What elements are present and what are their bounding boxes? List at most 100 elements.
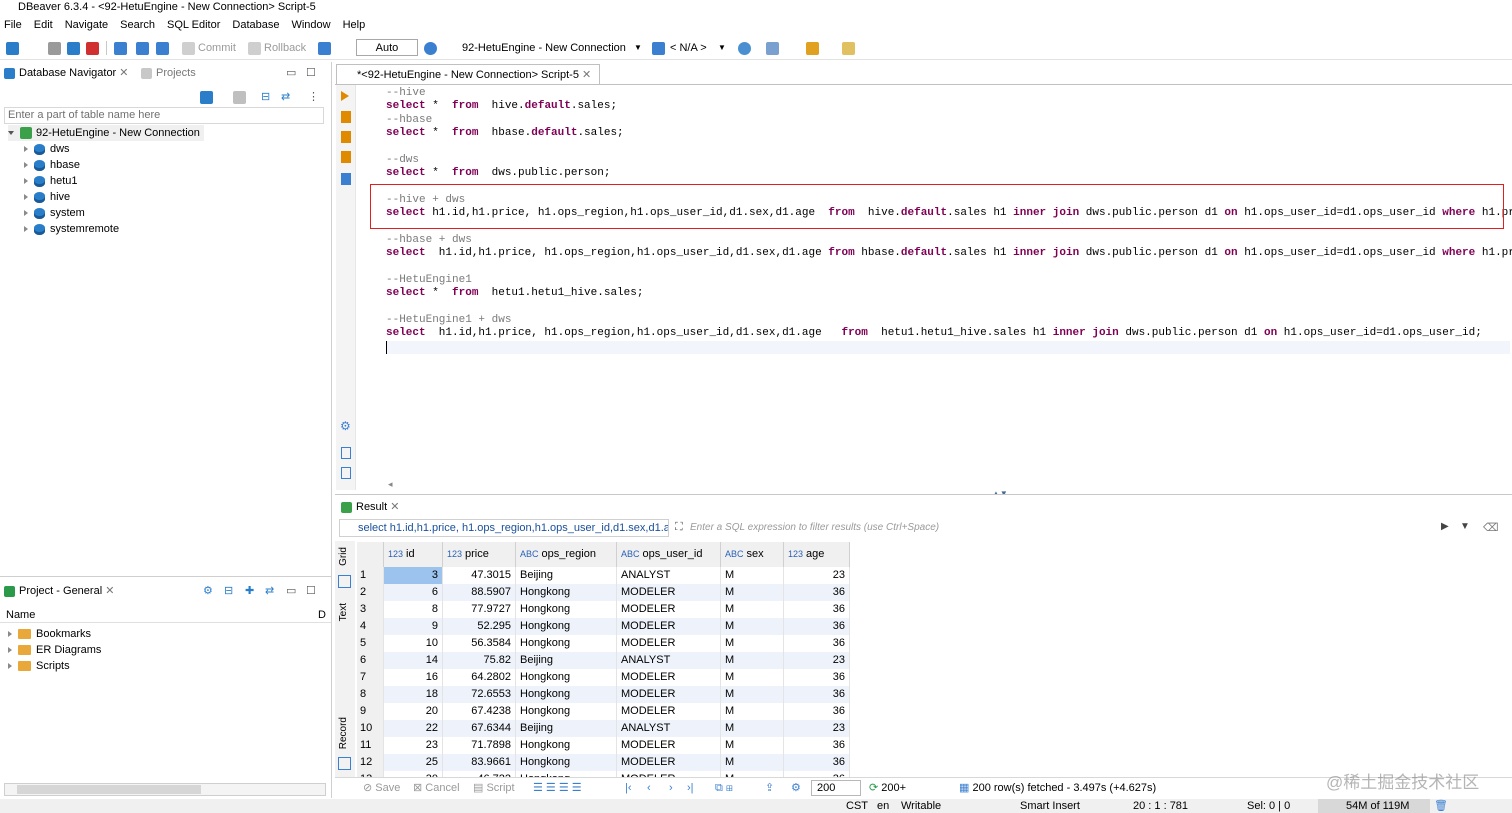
tab-project-general[interactable]: Project - General ✕	[4, 580, 114, 602]
column-d-header[interactable]: D	[318, 607, 326, 623]
row-number[interactable]: 3	[357, 601, 384, 618]
tools-icon[interactable]	[806, 40, 819, 56]
cell-ops-region[interactable]: Hongkong	[516, 618, 617, 635]
side-tab-record[interactable]: Record	[338, 717, 349, 749]
cell-sex[interactable]: M	[721, 703, 784, 720]
cell-ops-user-id[interactable]: ANALYST	[617, 720, 721, 737]
cell-id[interactable]: 22	[384, 720, 443, 737]
connect-icon[interactable]	[67, 40, 80, 56]
table-row[interactable]: 8 18 72.6553 Hongkong MODELER M 36	[357, 686, 850, 703]
cell-sex[interactable]: M	[721, 584, 784, 601]
new-script-icon[interactable]	[341, 447, 351, 459]
cell-sex[interactable]: M	[721, 737, 784, 754]
next-page-icon[interactable]: ›	[669, 778, 673, 798]
tree-item-hbase[interactable]: hbase	[24, 157, 80, 173]
transaction-icon[interactable]	[114, 40, 127, 56]
close-icon[interactable]: ✕	[390, 501, 399, 513]
cell-ops-user-id[interactable]: MODELER	[617, 754, 721, 771]
column-header-age[interactable]: 123 age	[784, 542, 850, 567]
memory-usage[interactable]: 54M of 119M	[1318, 799, 1430, 813]
cell-id[interactable]: 25	[384, 754, 443, 771]
row-number[interactable]: 1	[357, 567, 384, 584]
export-icon[interactable]	[341, 151, 351, 163]
add-connection-icon[interactable]	[200, 86, 213, 108]
view-menu-icon[interactable]: ⋮	[308, 86, 319, 108]
cell-id[interactable]: 14	[384, 652, 443, 669]
add-icon[interactable]: ✚	[245, 580, 254, 602]
outline-icon[interactable]	[341, 173, 351, 185]
first-page-icon[interactable]: |‹	[625, 778, 632, 798]
cell-id[interactable]: 3	[384, 567, 443, 584]
menu-help[interactable]: Help	[343, 16, 372, 34]
execute-icon[interactable]	[341, 91, 349, 101]
cell-age[interactable]: 36	[784, 737, 850, 754]
cell-ops-user-id[interactable]: MODELER	[617, 703, 721, 720]
cell-sex[interactable]: M	[721, 669, 784, 686]
horizontal-scrollbar[interactable]	[4, 783, 326, 796]
cell-sex[interactable]: M	[721, 601, 784, 618]
maximize-icon[interactable]: ☐	[306, 62, 316, 84]
tree-item-hetu1[interactable]: hetu1	[24, 173, 78, 189]
tree-root-connection[interactable]: 92-HetuEngine - New Connection	[8, 125, 204, 141]
tree-item-hive[interactable]: hive	[24, 189, 70, 205]
apply-filter-icon[interactable]: ▶	[1441, 521, 1449, 532]
cell-age[interactable]: 23	[784, 720, 850, 737]
table-row[interactable]: 1 3 47.3015 Beijing ANALYST M 23	[357, 567, 850, 584]
rollback-button[interactable]: Rollback	[248, 40, 306, 56]
row-number[interactable]: 9	[357, 703, 384, 720]
cell-sex[interactable]: M	[721, 720, 784, 737]
menu-database[interactable]: Database	[232, 16, 285, 34]
cell-ops-user-id[interactable]: ANALYST	[617, 567, 721, 584]
cell-id[interactable]: 10	[384, 635, 443, 652]
cell-age[interactable]: 36	[784, 601, 850, 618]
panels-icon[interactable]: ⧉ ⊞	[715, 778, 733, 798]
cell-age[interactable]: 36	[784, 669, 850, 686]
row-number[interactable]: 6	[357, 652, 384, 669]
cell-ops-user-id[interactable]: MODELER	[617, 635, 721, 652]
cell-price[interactable]: 47.3015	[443, 567, 516, 584]
side-tab-text[interactable]: Text	[338, 603, 349, 621]
cell-price[interactable]: 52.295	[443, 618, 516, 635]
settings-icon[interactable]: ⚙	[203, 580, 213, 602]
cell-ops-user-id[interactable]: MODELER	[617, 669, 721, 686]
link-icon[interactable]: ⇄	[265, 580, 274, 602]
cell-price[interactable]: 75.82	[443, 652, 516, 669]
record-icon[interactable]	[338, 757, 351, 770]
cell-ops-region[interactable]: Beijing	[516, 652, 617, 669]
cell-ops-user-id[interactable]: MODELER	[617, 737, 721, 754]
fetch-size-input[interactable]: 200	[811, 780, 861, 796]
cell-id[interactable]: 18	[384, 686, 443, 703]
table-row[interactable]: 6 14 75.82 Beijing ANALYST M 23	[357, 652, 850, 669]
maximize-icon[interactable]: ☐	[306, 580, 316, 602]
cell-price[interactable]: 67.4238	[443, 703, 516, 720]
cell-age[interactable]: 36	[784, 754, 850, 771]
cell-ops-region[interactable]: Hongkong	[516, 635, 617, 652]
script-button[interactable]: ▤ Script	[473, 778, 515, 798]
expand-icon[interactable]	[8, 131, 14, 136]
tx-log-icon[interactable]	[156, 40, 169, 56]
cell-age[interactable]: 36	[784, 703, 850, 720]
table-row[interactable]: 9 20 67.4238 Hongkong MODELER M 36	[357, 703, 850, 720]
table-row[interactable]: 5 10 56.3584 Hongkong MODELER M 36	[357, 635, 850, 652]
cell-price[interactable]: 56.3584	[443, 635, 516, 652]
cell-ops-user-id[interactable]: ANALYST	[617, 652, 721, 669]
cell-sex[interactable]: M	[721, 652, 784, 669]
cell-ops-region[interactable]: Hongkong	[516, 601, 617, 618]
cell-id[interactable]: 9	[384, 618, 443, 635]
tree-item-system[interactable]: system	[24, 205, 85, 221]
cell-age[interactable]: 23	[784, 652, 850, 669]
cell-price[interactable]: 67.6344	[443, 720, 516, 737]
table-row[interactable]: 7 16 64.2802 Hongkong MODELER M 36	[357, 669, 850, 686]
disconnect-icon[interactable]	[48, 40, 61, 56]
cell-ops-region[interactable]: Beijing	[516, 720, 617, 737]
cell-age[interactable]: 36	[784, 635, 850, 652]
row-number[interactable]: 4	[357, 618, 384, 635]
column-name-header[interactable]: Name	[6, 607, 35, 623]
row-number[interactable]: 8	[357, 686, 384, 703]
save-button[interactable]: ⊘ Save	[363, 778, 400, 798]
settings-icon[interactable]: ⚙	[791, 778, 801, 798]
cell-ops-region[interactable]: Hongkong	[516, 737, 617, 754]
history-icon[interactable]	[424, 40, 437, 56]
result-filter-input[interactable]: Enter a SQL expression to filter results…	[690, 519, 1440, 537]
tree-item-dws[interactable]: dws	[24, 141, 70, 157]
